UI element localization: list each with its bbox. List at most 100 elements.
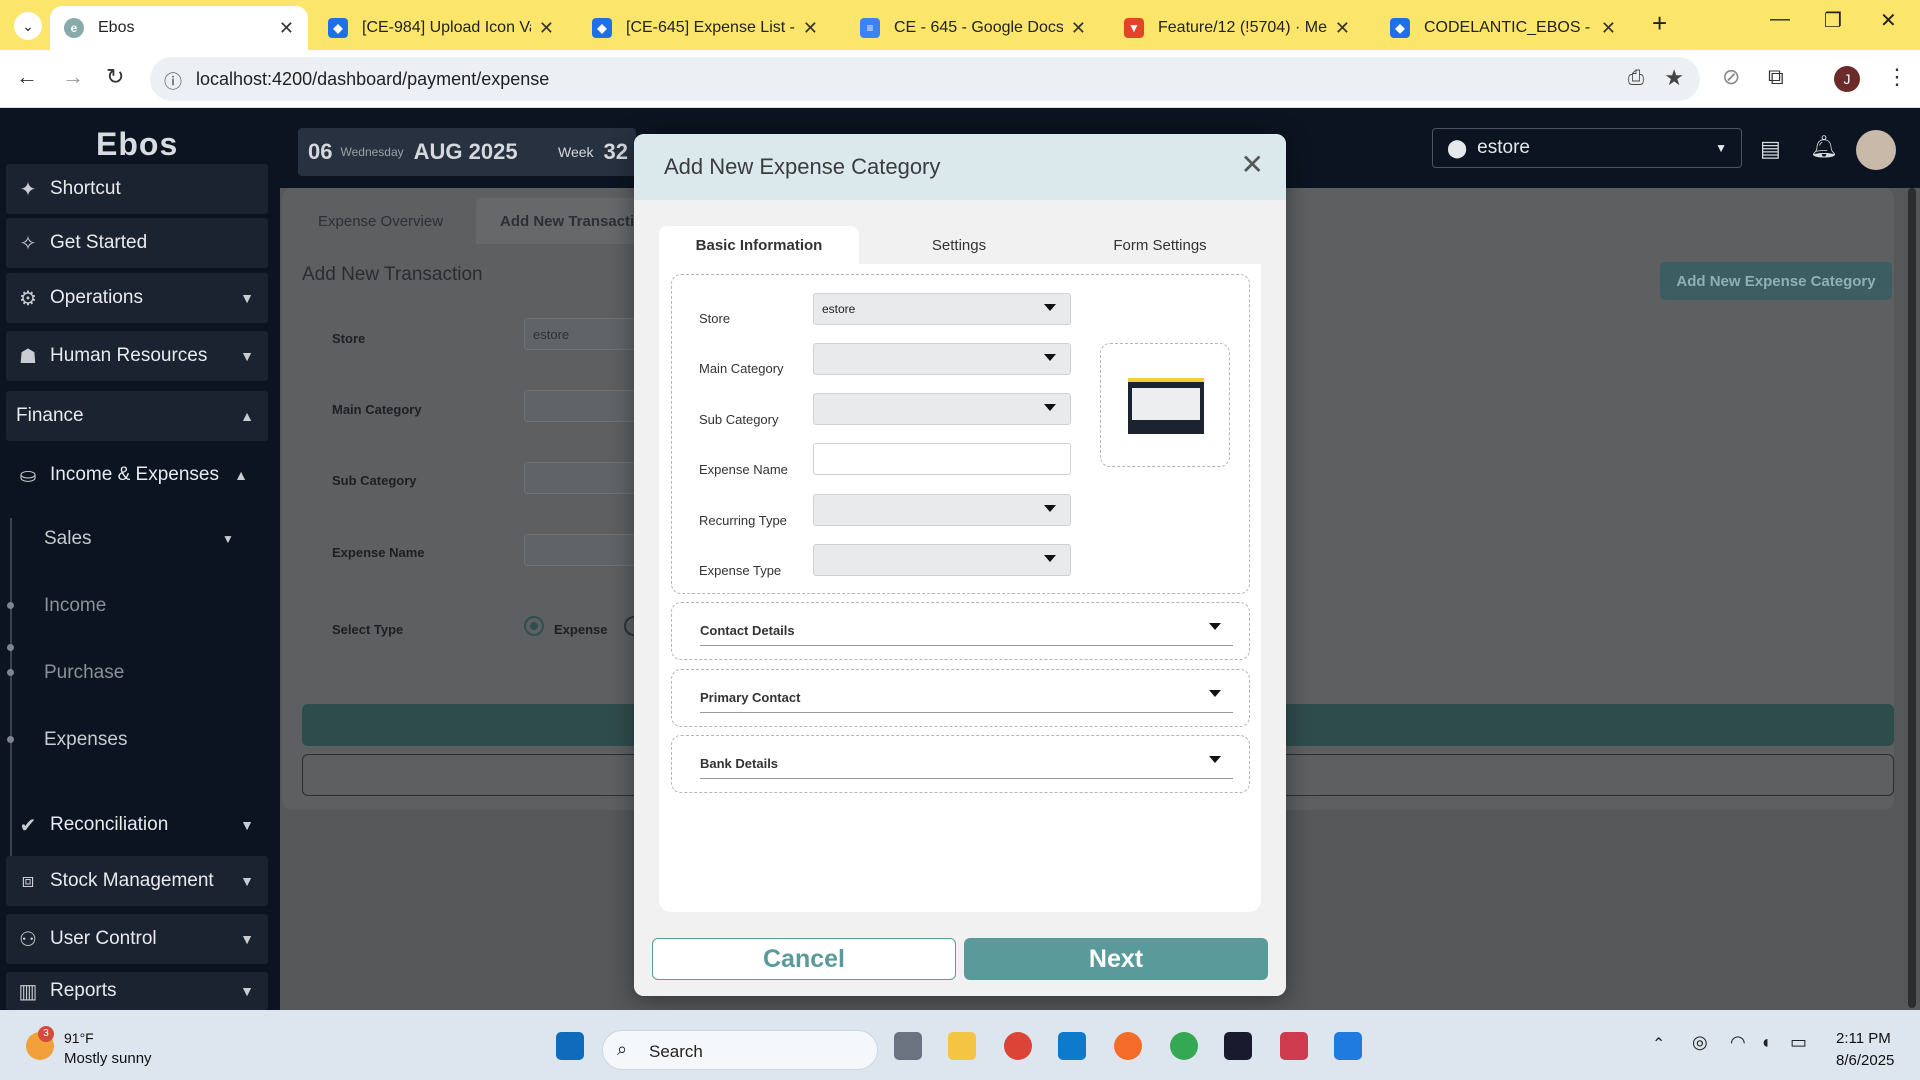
url-text[interactable]: localhost:4200/dashboard/payment/expense xyxy=(196,69,549,90)
cancel-button[interactable]: Cancel xyxy=(652,938,956,980)
add-expense-category-button[interactable]: Add New Expense Category xyxy=(1660,262,1892,300)
sidebar-subitem-sales[interactable]: Sales xyxy=(44,528,92,550)
clock-time[interactable]: 2:11 PM xyxy=(1836,1030,1891,1047)
close-tab-icon[interactable]: ✕ xyxy=(1601,18,1616,39)
expense-radio[interactable] xyxy=(524,616,544,636)
browser-menu-icon[interactable]: ⋮ xyxy=(1886,64,1908,90)
icon-upload-box[interactable] xyxy=(1100,343,1230,467)
sidebar-group-income-expenses[interactable]: ⛀ Income & Expenses ▲ xyxy=(6,450,268,500)
wifi-icon[interactable]: ◠ xyxy=(1730,1032,1746,1053)
page-scrollbar[interactable] xyxy=(1908,188,1916,1008)
sidebar-subitem-expenses[interactable]: Expenses xyxy=(44,729,127,751)
notification-bell-icon[interactable]: 🔔︎ xyxy=(1810,134,1838,160)
expense-name-input[interactable] xyxy=(813,443,1071,475)
sidebar-item-get-started[interactable]: ✧ Get Started xyxy=(6,218,268,268)
main-category-select[interactable] xyxy=(813,343,1071,375)
install-app-icon[interactable]: ⎙ xyxy=(1628,67,1644,90)
tray-overflow-icon[interactable]: ⌃ xyxy=(1652,1034,1665,1054)
close-tab-icon[interactable]: ✕ xyxy=(279,18,294,39)
recurring-type-select[interactable] xyxy=(813,494,1071,526)
sidebar-item-shortcut[interactable]: ✦ Shortcut xyxy=(6,164,268,214)
weather-temp[interactable]: 91°F xyxy=(64,1030,94,1046)
battery-icon[interactable]: ▭ xyxy=(1790,1032,1807,1053)
close-tab-icon[interactable]: ✕ xyxy=(1071,18,1086,39)
postman-icon[interactable] xyxy=(1114,1032,1142,1060)
sidebar-item-stock-management[interactable]: ⧈ Stock Management ▼ xyxy=(6,856,268,906)
notepad-icon[interactable] xyxy=(1334,1032,1362,1060)
address-bar[interactable]: ⓘ localhost:4200/dashboard/payment/expen… xyxy=(150,57,1700,101)
tab-search-icon[interactable]: ⌄ xyxy=(14,12,42,40)
new-tab-icon[interactable]: + xyxy=(1652,8,1667,39)
browser-tab-ebos[interactable]: e Ebos ✕ xyxy=(50,6,308,50)
dropdown-arrow-icon xyxy=(1044,404,1056,411)
accordion-contact-details[interactable]: Contact Details xyxy=(671,602,1250,660)
windows-start-icon[interactable] xyxy=(556,1032,584,1060)
sidebar-item-reconciliation[interactable]: ✔ Reconciliation ▼ xyxy=(6,800,268,850)
vscode-icon[interactable] xyxy=(1058,1032,1086,1060)
forward-icon[interactable]: → xyxy=(62,64,84,90)
extension-compass-icon[interactable]: ⊘ xyxy=(1722,64,1740,90)
extensions-puzzle-icon[interactable]: ⧉ xyxy=(1768,64,1784,90)
store-select[interactable]: estore xyxy=(813,293,1071,325)
restore-icon[interactable]: ❐ xyxy=(1824,8,1842,33)
expense-name-input[interactable] xyxy=(524,534,644,566)
jetbrains-icon[interactable] xyxy=(1224,1032,1252,1060)
tab-basic-information[interactable]: Basic Information xyxy=(659,226,859,264)
chevron-down-icon: ▼ xyxy=(1715,141,1727,155)
sidebar-item-operations[interactable]: ⚙ Operations ▼ xyxy=(6,273,268,323)
chrome-icon[interactable] xyxy=(1004,1032,1032,1060)
close-tab-icon[interactable]: ✕ xyxy=(1335,18,1350,39)
sidebar: Ebos ✦ Shortcut ✧ Get Started ⚙ Operations … xyxy=(0,108,280,1010)
reload-icon[interactable]: ↻ xyxy=(106,64,124,90)
sync-icon[interactable]: ◎ xyxy=(1692,1032,1708,1053)
clock-date[interactable]: 8/6/2025 xyxy=(1836,1052,1894,1069)
dropdown-arrow-icon xyxy=(1044,354,1056,361)
store-selector[interactable]: ⬤ estore ▼ xyxy=(1432,128,1742,168)
file-explorer-icon[interactable] xyxy=(948,1032,976,1060)
sub-category-select[interactable] xyxy=(813,393,1071,425)
chevron-up-icon: ▲ xyxy=(240,408,254,424)
back-icon[interactable]: ← xyxy=(16,64,38,90)
browser-tab-ce984[interactable]: ◆ [CE-984] Upload Icon Valid ✕ xyxy=(314,6,568,50)
sub-category-input[interactable] xyxy=(524,462,644,494)
browser-tab-backlog[interactable]: ◆ CODELANTIC_EBOS - Back ✕ xyxy=(1376,6,1630,50)
volume-icon[interactable]: ◖ xyxy=(1760,1032,1771,1053)
tab-settings[interactable]: Settings xyxy=(859,226,1059,264)
close-tab-icon[interactable]: ✕ xyxy=(539,18,554,39)
tab-expense-overview[interactable]: Expense Overview xyxy=(294,198,467,244)
icon-preview-image xyxy=(1128,378,1204,434)
weather-condition[interactable]: Mostly sunny xyxy=(64,1050,152,1067)
check-badge-icon: ✔ xyxy=(19,814,37,837)
close-window-icon[interactable]: ✕ xyxy=(1880,8,1897,33)
accordion-primary-contact[interactable]: Primary Contact xyxy=(671,669,1250,727)
sidebar-item-human-resources[interactable]: ☗ Human Resources ▼ xyxy=(6,331,268,381)
sidebar-subitem-income[interactable]: Income xyxy=(44,595,106,617)
task-view-icon[interactable] xyxy=(894,1032,922,1060)
site-info-icon[interactable]: ⓘ xyxy=(164,68,182,94)
tab-form-settings[interactable]: Form Settings xyxy=(1059,226,1261,264)
browser-tab-gitlab[interactable]: ▼ Feature/12 (!5704) · Merge ✕ xyxy=(1110,6,1364,50)
minimize-icon[interactable]: — xyxy=(1770,8,1790,31)
snipping-tool-icon[interactable] xyxy=(1280,1032,1308,1060)
sidebar-subitem-purchase[interactable]: Purchase xyxy=(44,662,124,684)
sidebar-item-reports[interactable]: ▥ Reports ▼ xyxy=(6,972,268,1010)
chat-icon[interactable]: ▤ xyxy=(1760,136,1781,162)
chevron-down-icon: ▼ xyxy=(240,348,254,364)
accordion-bank-details[interactable]: Bank Details xyxy=(671,735,1250,793)
expense-type-select[interactable] xyxy=(813,544,1071,576)
close-icon[interactable]: ✕ xyxy=(1241,148,1264,181)
profile-avatar[interactable]: J xyxy=(1834,66,1860,92)
submenu-dot xyxy=(7,602,14,609)
user-avatar[interactable] xyxy=(1856,130,1896,170)
next-button[interactable]: Next xyxy=(964,938,1268,980)
sidebar-item-user-control[interactable]: ⚇ User Control ▼ xyxy=(6,914,268,964)
store-input[interactable]: estore xyxy=(524,318,644,350)
taskbar-search[interactable]: ⌕ Search xyxy=(602,1030,878,1070)
main-category-input[interactable] xyxy=(524,390,644,422)
close-tab-icon[interactable]: ✕ xyxy=(803,18,818,39)
bookmark-star-icon[interactable]: ★ xyxy=(1664,65,1684,91)
chrome-alt-icon[interactable] xyxy=(1170,1032,1198,1060)
browser-tab-docs[interactable]: ≡ CE - 645 - Google Docs ✕ xyxy=(846,6,1100,50)
sidebar-section-finance[interactable]: Finance ▲ xyxy=(6,391,268,441)
browser-tab-ce645[interactable]: ◆ [CE-645] Expense List - Ad ✕ xyxy=(578,6,832,50)
